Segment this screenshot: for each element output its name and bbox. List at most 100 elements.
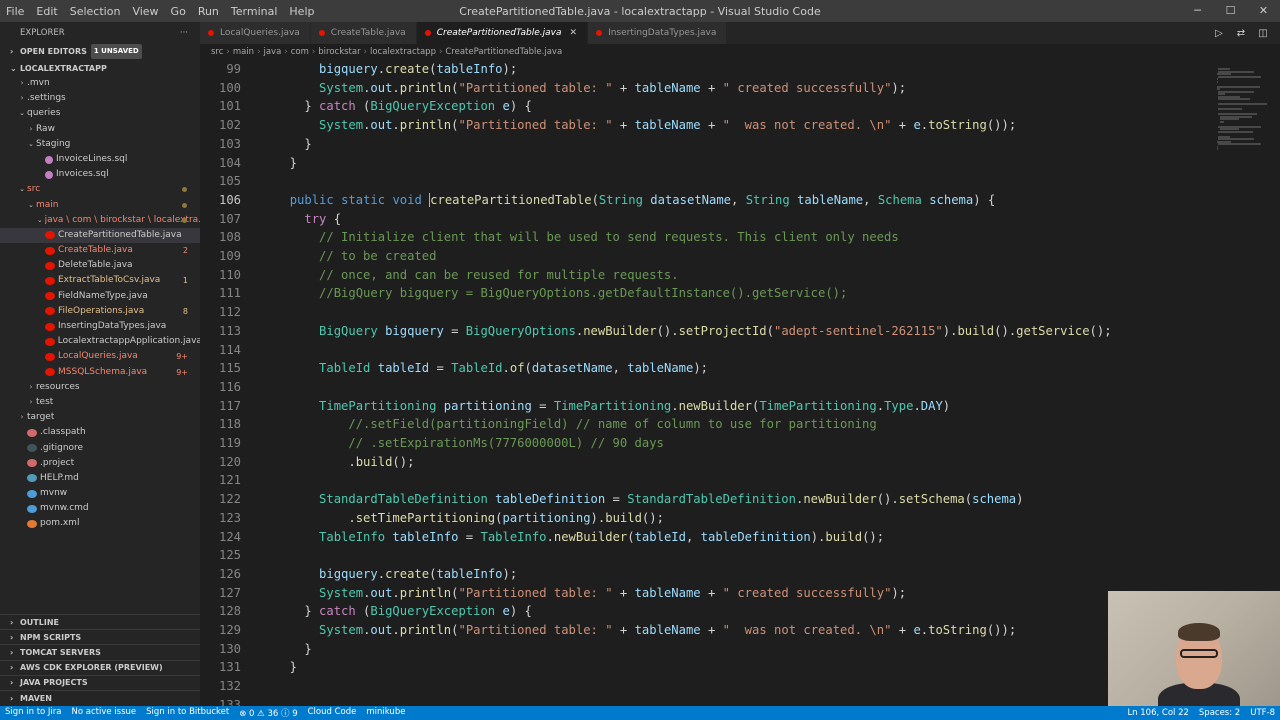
tree-item[interactable]: FileOperations.java 8 [0, 304, 200, 319]
code-line[interactable]: 112 [200, 303, 1210, 322]
tree-item[interactable]: › .settings [0, 91, 200, 106]
code-line[interactable]: 106 public static void createPartitioned… [200, 191, 1210, 210]
code-text[interactable]: TableInfo tableInfo = TableInfo.newBuild… [275, 528, 884, 547]
close-tab-icon[interactable]: ✕ [570, 22, 578, 44]
code-line[interactable]: 113 BigQuery bigquery = BigQueryOptions.… [200, 322, 1210, 341]
tree-item[interactable]: .project [0, 456, 200, 471]
code-line[interactable]: 104 } [200, 154, 1210, 173]
status-item-2[interactable]: Sign in to Bitbucket [141, 707, 234, 719]
code-text[interactable]: bigquery.create(tableInfo); [275, 565, 517, 584]
tree-item[interactable]: LocalQueries.java 9+ [0, 349, 200, 364]
breadcrumb-item[interactable]: main [233, 44, 254, 60]
panel-section-java-projects[interactable]: › JAVA PROJECTS [0, 674, 200, 690]
code-text[interactable]: } catch (BigQueryException e) { [275, 602, 532, 621]
status-item-3[interactable]: ⊗ 0 ⚠ 36 ⓘ 9 [234, 707, 302, 719]
tree-item[interactable]: › .mvn [0, 76, 200, 91]
code-text[interactable]: } [275, 658, 297, 677]
code-line[interactable]: 124 TableInfo tableInfo = TableInfo.newB… [200, 528, 1210, 547]
tree-item[interactable]: ⌄ java \ com \ birockstar \ localextra... [0, 213, 200, 228]
split-editor-icon[interactable]: ◫ [1252, 28, 1274, 39]
panel-section-maven[interactable]: › MAVEN [0, 689, 200, 705]
code-line[interactable]: 108 // Initialize client that will be us… [200, 228, 1210, 247]
code-line[interactable]: 133 [200, 696, 1210, 706]
tree-item[interactable]: › Raw [0, 122, 200, 137]
code-line[interactable]: 125 [200, 546, 1210, 565]
tree-item[interactable]: › resources [0, 380, 200, 395]
code-text[interactable]: try { [275, 210, 341, 229]
breadcrumb-item[interactable]: src [211, 44, 223, 60]
code-line[interactable]: 129 System.out.println("Partitioned tabl… [200, 621, 1210, 640]
tree-item[interactable]: LocalextractappApplication.java [0, 334, 200, 349]
menu-item-help[interactable]: Help [283, 5, 320, 18]
status-item-5[interactable]: minikube [361, 707, 410, 719]
tree-item[interactable]: CreatePartitionedTable.java [0, 227, 200, 244]
menu-item-view[interactable]: View [126, 5, 164, 18]
status-right-item-1[interactable]: Spaces: 2 [1194, 708, 1245, 718]
status-right-item-2[interactable]: UTF-8 [1245, 708, 1280, 718]
tree-item[interactable]: ⌄ Staging [0, 137, 200, 152]
code-text[interactable]: //.setField(partitioningField) // name o… [275, 415, 876, 434]
code-text[interactable]: .setTimePartitioning(partitioning).build… [275, 509, 664, 528]
code-text[interactable]: // once, and can be reused for multiple … [275, 266, 679, 285]
code-text[interactable]: } [275, 135, 311, 154]
menu-item-go[interactable]: Go [165, 5, 192, 18]
code-line[interactable]: 131 } [200, 658, 1210, 677]
code-line[interactable]: 120 .build(); [200, 453, 1210, 472]
tree-item[interactable]: Invoices.sql [0, 167, 200, 182]
code-line[interactable]: 110 // once, and can be reused for multi… [200, 266, 1210, 285]
breadcrumb-item[interactable]: CreatePartitionedTable.java [445, 44, 562, 60]
tree-item[interactable]: ⌄ main [0, 198, 200, 213]
tab-createtable-java[interactable]: CreateTable.java [310, 22, 417, 44]
code-text[interactable]: public static void createPartitionedTabl… [275, 191, 995, 210]
compare-icon[interactable]: ⇄ [1230, 28, 1252, 39]
status-item-0[interactable]: Sign in to Jira [0, 707, 67, 719]
code-text[interactable]: System.out.println("Partitioned table: "… [275, 584, 906, 603]
panel-section-outline[interactable]: › OUTLINE [0, 614, 200, 629]
menu-item-terminal[interactable]: Terminal [225, 5, 284, 18]
code-line[interactable]: 103 } [200, 135, 1210, 154]
tree-item[interactable]: ⌄ src [0, 182, 200, 197]
status-item-1[interactable]: No active issue [67, 707, 142, 719]
code-line[interactable]: 107 try { [200, 210, 1210, 229]
code-text[interactable]: // to be created [275, 247, 436, 266]
menu-item-selection[interactable]: Selection [64, 5, 127, 18]
tree-item[interactable]: InvoiceLines.sql [0, 152, 200, 167]
close-icon[interactable]: ✕ [1247, 0, 1280, 22]
tab-localqueries-java[interactable]: LocalQueries.java [200, 22, 311, 44]
code-text[interactable]: // .setExpirationMs(7776000000L) // 90 d… [275, 434, 664, 453]
tree-item[interactable]: ExtractTableToCsv.java 1 [0, 273, 200, 288]
tree-item[interactable]: InsertingDataTypes.java [0, 319, 200, 334]
tree-item[interactable]: › target [0, 410, 200, 425]
tree-item[interactable]: DeleteTable.java [0, 258, 200, 273]
code-line[interactable]: 132 [200, 677, 1210, 696]
code-text[interactable]: } catch (BigQueryException e) { [275, 97, 532, 116]
status-right-item-0[interactable]: Ln 106, Col 22 [1122, 708, 1193, 718]
project-section[interactable]: ⌄ LOCALEXTRACTAPP [0, 61, 200, 76]
tree-item[interactable]: .classpath [0, 425, 200, 440]
breadcrumb-item[interactable]: java [263, 44, 281, 60]
code-line[interactable]: 128 } catch (BigQueryException e) { [200, 602, 1210, 621]
code-text[interactable]: // Initialize client that will be used t… [275, 228, 899, 247]
panel-section-npm-scripts[interactable]: › NPM SCRIPTS [0, 629, 200, 644]
code-text[interactable]: System.out.println("Partitioned table: "… [275, 116, 1016, 135]
code-line[interactable]: 101 } catch (BigQueryException e) { [200, 97, 1210, 116]
code-text[interactable]: bigquery.create(tableInfo); [275, 60, 517, 79]
code-line[interactable]: 109 // to be created [200, 247, 1210, 266]
breadcrumb-item[interactable]: localextractapp [370, 44, 436, 60]
code-text[interactable]: BigQuery bigquery = BigQueryOptions.newB… [275, 322, 1112, 341]
code-line[interactable]: 130 } [200, 640, 1210, 659]
menu-item-edit[interactable]: Edit [30, 5, 63, 18]
tree-item[interactable]: HELP.md [0, 471, 200, 486]
tree-item[interactable]: MSSQLSchema.java 9+ [0, 365, 200, 380]
code-line[interactable]: 123 .setTimePartitioning(partitioning).b… [200, 509, 1210, 528]
code-line[interactable]: 127 System.out.println("Partitioned tabl… [200, 584, 1210, 603]
code-text[interactable]: TimePartitioning partitioning = TimePart… [275, 397, 950, 416]
run-icon[interactable]: ▷ [1208, 28, 1230, 39]
more-actions-icon[interactable]: ··· [180, 22, 188, 44]
tree-item[interactable]: mvnw [0, 486, 200, 501]
code-text[interactable]: System.out.println("Partitioned table: "… [275, 621, 1016, 640]
tree-item[interactable]: CreateTable.java 2 [0, 243, 200, 258]
code-text[interactable]: .build(); [275, 453, 414, 472]
code-line[interactable]: 115 TableId tableId = TableId.of(dataset… [200, 359, 1210, 378]
code-line[interactable]: 122 StandardTableDefinition tableDefinit… [200, 490, 1210, 509]
